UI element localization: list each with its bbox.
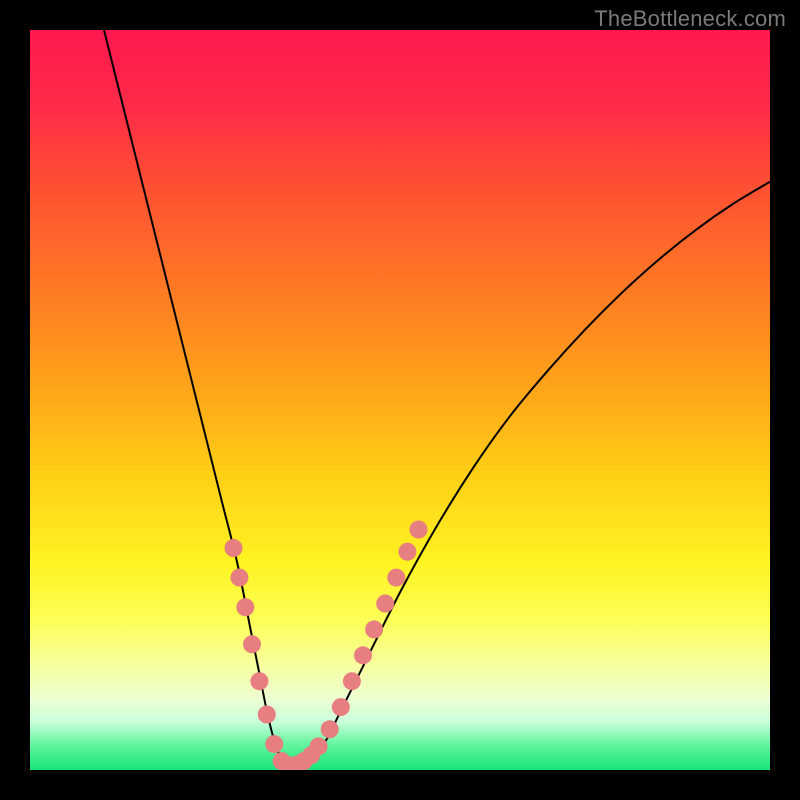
- threshold-dot: [398, 543, 416, 561]
- threshold-dot: [365, 620, 383, 638]
- watermark-text: TheBottleneck.com: [594, 6, 786, 32]
- threshold-dot: [250, 672, 268, 690]
- chart-frame: TheBottleneck.com: [0, 0, 800, 800]
- threshold-dot: [230, 569, 248, 587]
- chart-plot-area: [30, 30, 770, 770]
- threshold-dot: [387, 569, 405, 587]
- threshold-dot: [265, 735, 283, 753]
- threshold-dot: [321, 720, 339, 738]
- threshold-dot: [410, 521, 428, 539]
- chart-svg: [30, 30, 770, 770]
- threshold-dot: [332, 698, 350, 716]
- threshold-dot: [354, 646, 372, 664]
- threshold-dot: [236, 598, 254, 616]
- threshold-dot: [343, 672, 361, 690]
- threshold-dot: [258, 706, 276, 724]
- threshold-dot: [225, 539, 243, 557]
- threshold-dot: [310, 737, 328, 755]
- threshold-dot: [243, 635, 261, 653]
- threshold-dot: [376, 595, 394, 613]
- gradient-background: [30, 30, 770, 770]
